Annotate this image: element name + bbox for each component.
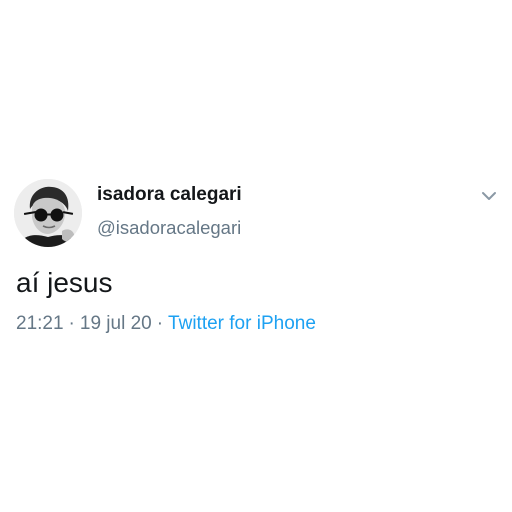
- display-name[interactable]: isadora calegari: [97, 184, 242, 206]
- tweet-metadata: 21:21 · 19 jul 20 · Twitter for iPhone: [16, 313, 316, 335]
- tweet-date[interactable]: 19 jul 20: [80, 313, 152, 334]
- avatar-photo: [14, 179, 82, 247]
- tweet-source-link[interactable]: Twitter for iPhone: [168, 313, 316, 334]
- avatar[interactable]: [14, 179, 82, 247]
- separator: ·: [68, 313, 75, 334]
- separator: ·: [156, 313, 164, 334]
- user-handle[interactable]: @isadoracalegari: [97, 217, 241, 239]
- chevron-down-icon[interactable]: [480, 188, 498, 204]
- tweet-card: isadora calegari @isadoracalegari aí jes…: [0, 0, 512, 512]
- tweet-time[interactable]: 21:21: [16, 313, 64, 334]
- tweet-text: aí jesus: [16, 267, 113, 298]
